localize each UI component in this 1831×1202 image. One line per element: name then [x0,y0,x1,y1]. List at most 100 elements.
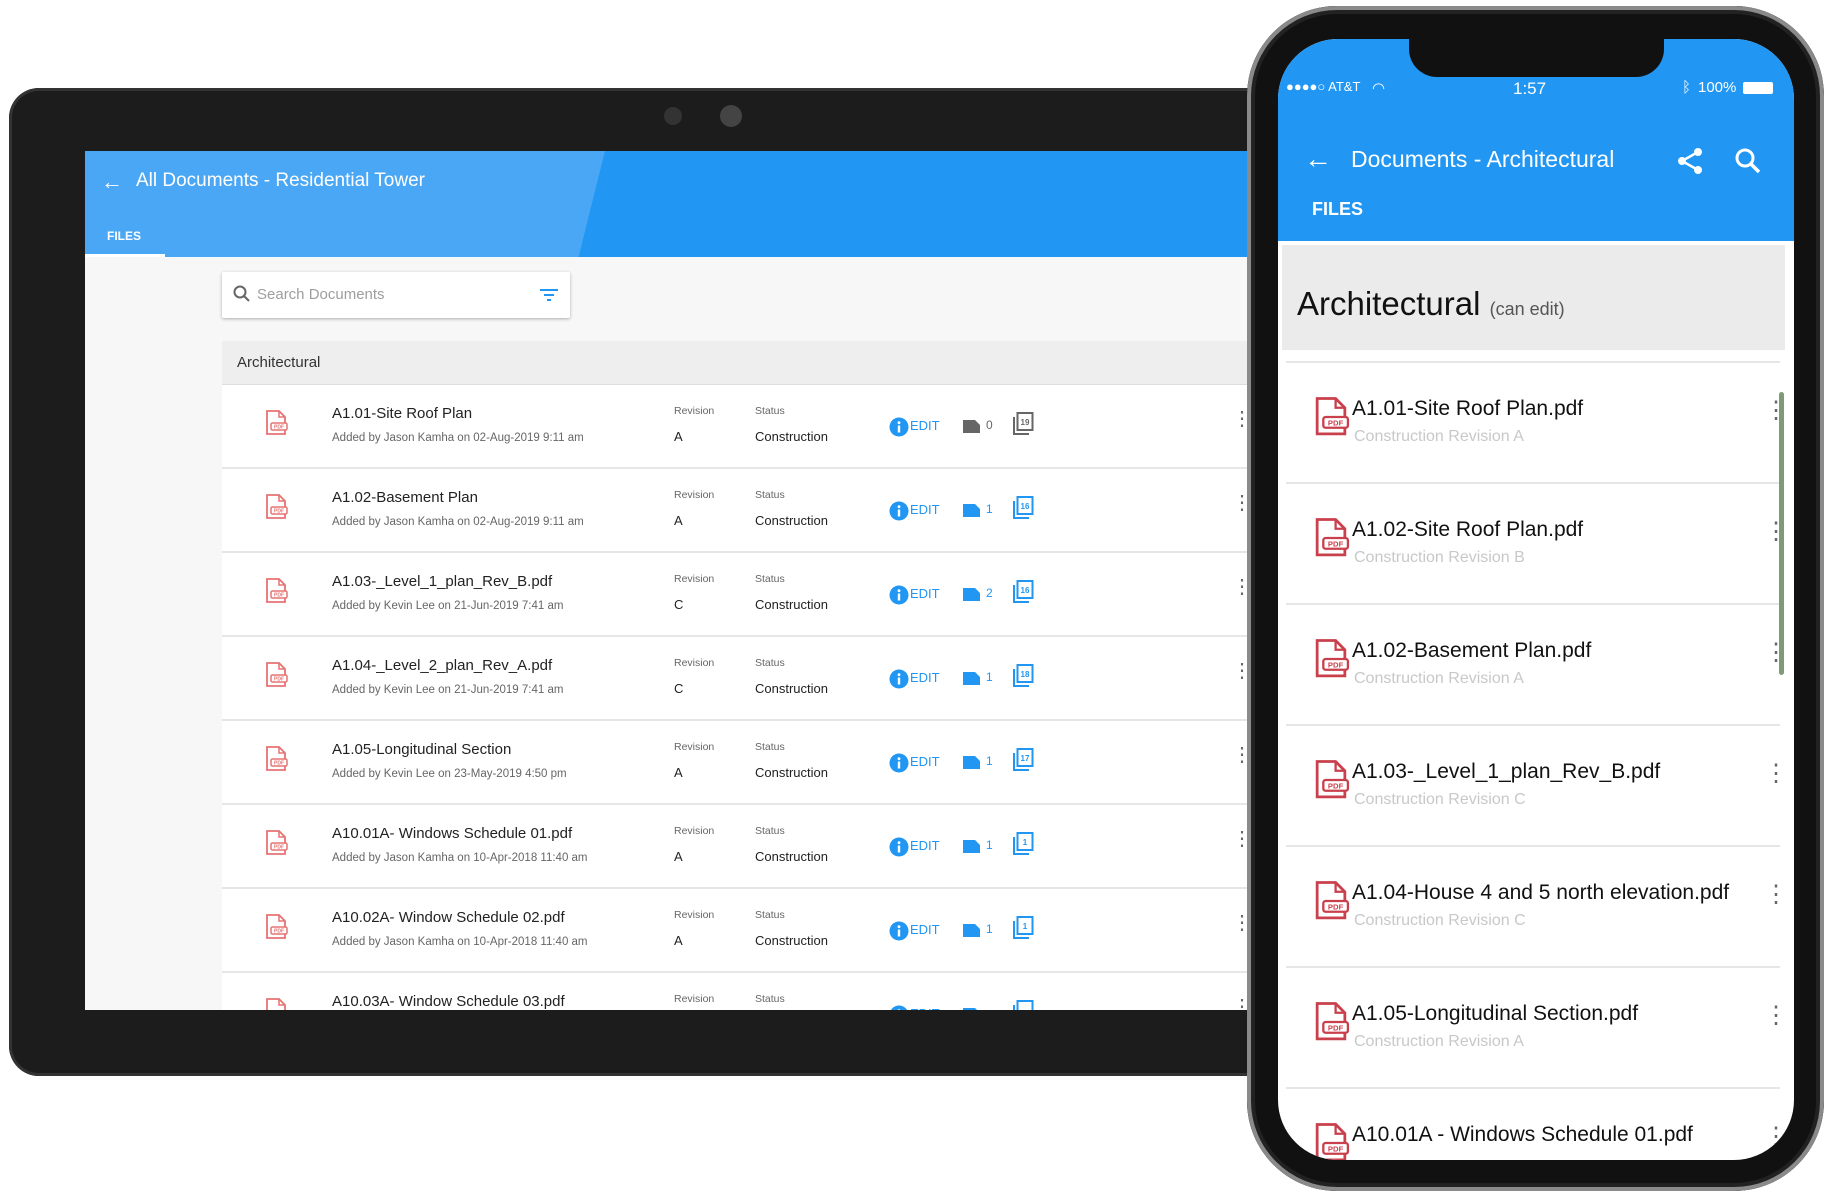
info-icon[interactable] [889,585,909,605]
more-options-icon[interactable]: ⋮ [1764,883,1788,907]
document-row[interactable]: PDF A1.04-_Level_2_plan_Rev_A.pdf Added … [222,637,1260,721]
document-name[interactable]: A10.01A- Windows Schedule 01.pdf [332,825,572,842]
pdf-file-icon: PDF [1312,397,1350,442]
document-count-icon[interactable] [962,1007,981,1010]
document-count: 1 [986,922,993,936]
document-name[interactable]: A1.04-_Level_2_plan_Rev_A.pdf [332,657,552,674]
svg-text:PDF: PDF [1328,540,1344,549]
pages-icon[interactable]: 17 [1012,748,1034,772]
pages-icon[interactable]: 1 [1012,916,1034,940]
pages-icon[interactable] [1012,1000,1034,1010]
status-time: 1:57 [1513,79,1547,98]
document-name[interactable]: A1.04-House 4 and 5 north elevation.pdf [1352,881,1729,905]
document-count-icon[interactable] [962,419,981,434]
document-list-item[interactable]: PDF A1.03-_Level_1_plan_Rev_B.pdf Constr… [1286,724,1788,847]
scrollbar[interactable] [1779,392,1784,675]
edit-button[interactable]: EDIT [910,586,940,601]
more-options-icon[interactable]: ⋮ [1764,1004,1788,1028]
edit-button[interactable]: EDIT [910,922,940,937]
document-list-item[interactable]: PDF A1.02-Site Roof Plan.pdf Constructio… [1286,482,1788,605]
bluetooth-icon: ᛒ [1682,79,1692,96]
document-count-icon[interactable] [962,923,981,938]
more-options-icon[interactable]: ⋮ [1764,641,1788,665]
search-box[interactable]: Search Documents [222,272,570,318]
pdf-file-icon: PDF [1312,881,1350,926]
info-icon[interactable] [889,1005,909,1010]
more-options-icon[interactable]: ⋮ [1764,399,1788,423]
document-name[interactable]: A10.01A - Windows Schedule 01.pdf [1352,1123,1693,1147]
back-arrow-icon[interactable]: ← [1304,143,1332,175]
document-count-icon[interactable] [962,587,981,602]
svg-text:PDF: PDF [274,761,284,767]
revision-label: Revision [674,657,715,669]
pdf-file-icon: PDF [264,829,288,862]
more-options-icon[interactable]: ⋮ [1764,762,1788,786]
document-name[interactable]: A1.03-_Level_1_plan_Rev_B.pdf [1352,760,1660,784]
document-name[interactable]: A1.02-Basement Plan.pdf [1352,639,1591,663]
document-name[interactable]: A10.02A- Window Schedule 02.pdf [332,909,565,926]
document-count-icon[interactable] [962,503,981,518]
document-row[interactable]: PDF A1.03-_Level_1_plan_Rev_B.pdf Added … [222,553,1260,637]
document-row[interactable]: PDF A10.02A- Window Schedule 02.pdf Adde… [222,889,1260,973]
more-options-icon[interactable]: ⋮ [1764,1125,1788,1149]
status-label: Status [755,657,785,669]
document-name[interactable]: A1.03-_Level_1_plan_Rev_B.pdf [332,573,552,590]
document-row[interactable]: PDF A1.02-Basement Plan Added by Jason K… [222,469,1260,553]
info-icon[interactable] [889,417,909,437]
revision-label: Revision [674,993,715,1005]
document-list-item[interactable]: PDF A1.01-Site Roof Plan.pdf Constructio… [1286,361,1788,484]
pages-icon[interactable]: 16 [1012,580,1034,604]
search-icon[interactable] [1734,147,1762,175]
document-list-item[interactable]: PDF A1.05-Longitudinal Section.pdf Const… [1286,966,1788,1089]
document-row[interactable]: PDF A10.03A- Window Schedule 03.pdf Revi… [222,973,1260,1010]
section-title: Architectural [237,354,321,371]
filter-icon[interactable] [540,288,558,302]
more-options-icon[interactable]: ⋮ [1764,520,1788,544]
revision-label: Revision [674,825,715,837]
tablet-screen: ← All Documents - Residential Tower FILE… [85,151,1260,1010]
pages-icon[interactable]: 1 [1012,832,1034,856]
document-name[interactable]: A1.01-Site Roof Plan [332,405,472,422]
info-icon[interactable] [889,753,909,773]
svg-text:PDF: PDF [1328,419,1344,428]
document-count-icon[interactable] [962,839,981,854]
document-name[interactable]: A10.03A- Window Schedule 03.pdf [332,993,565,1010]
svg-text:PDF: PDF [1328,1145,1344,1154]
document-row[interactable]: PDF A1.05-Longitudinal Section Added by … [222,721,1260,805]
edit-button[interactable]: EDIT [910,838,940,853]
search-input[interactable]: Search Documents [257,286,385,303]
share-icon[interactable] [1676,147,1704,175]
pdf-file-icon: PDF [1312,1123,1350,1160]
info-icon[interactable] [889,501,909,521]
document-name[interactable]: A1.02-Site Roof Plan.pdf [1352,518,1583,542]
document-name[interactable]: A1.02-Basement Plan [332,489,478,506]
document-name[interactable]: A1.05-Longitudinal Section [332,741,511,758]
edit-button[interactable]: EDIT [910,754,940,769]
edit-button[interactable]: EDIT [910,670,940,685]
pages-icon[interactable]: 18 [1012,664,1034,688]
info-icon[interactable] [889,837,909,857]
document-row[interactable]: PDF A10.01A- Windows Schedule 01.pdf Add… [222,805,1260,889]
tab-files[interactable]: FILES [107,229,141,243]
document-name[interactable]: A1.05-Longitudinal Section.pdf [1352,1002,1638,1026]
document-row[interactable]: PDF A1.01-Site Roof Plan Added by Jason … [222,385,1260,469]
edit-button[interactable]: EDIT [910,502,940,517]
document-list-item[interactable]: PDF A1.04-House 4 and 5 north elevation.… [1286,845,1788,968]
tab-files[interactable]: FILES [1312,199,1363,220]
edit-button[interactable]: EDIT [910,418,940,433]
document-count-icon[interactable] [962,671,981,686]
document-name[interactable]: A1.01-Site Roof Plan.pdf [1352,397,1583,421]
info-icon[interactable] [889,921,909,941]
revision-label: Revision [674,573,715,585]
pages-icon[interactable]: 19 [1012,412,1034,436]
edit-button[interactable]: EDIT [910,1006,940,1010]
document-count-icon[interactable] [962,755,981,770]
document-added-by: Added by Jason Kamha on 10-Apr-2018 11:4… [332,852,588,864]
document-list-item[interactable]: PDF A10.01A - Windows Schedule 01.pdf ⋮ [1286,1087,1788,1160]
info-icon[interactable] [889,669,909,689]
pages-icon[interactable]: 16 [1012,496,1034,520]
tablet-app-bar: ← All Documents - Residential Tower FILE… [85,151,1260,257]
document-list-item[interactable]: PDF A1.02-Basement Plan.pdf Construction… [1286,603,1788,726]
search-icon [233,285,250,302]
back-arrow-icon[interactable]: ← [101,169,123,195]
